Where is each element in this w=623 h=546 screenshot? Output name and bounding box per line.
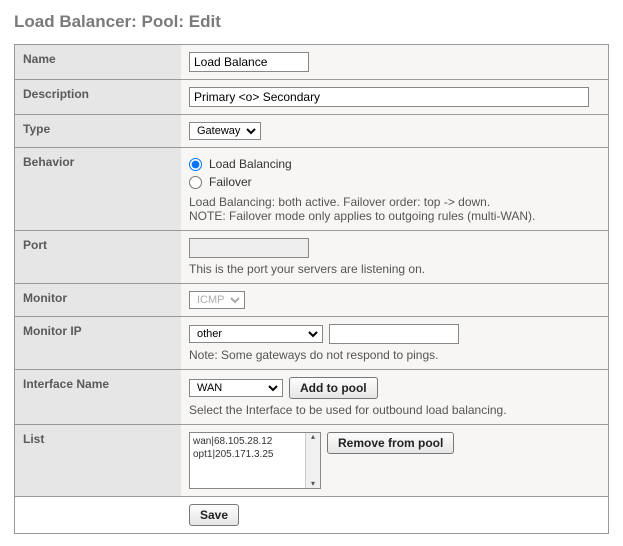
save-button[interactable]: Save [189, 504, 239, 526]
type-field: Gateway [181, 114, 608, 147]
type-label: Type [15, 114, 181, 147]
listbox-scrollbar[interactable]: ▴ ▾ [305, 433, 320, 488]
interface-name-select[interactable]: WAN [191, 380, 281, 396]
description-field [181, 79, 608, 114]
description-input[interactable] [189, 87, 589, 107]
monitor-field: ICMP [181, 283, 608, 316]
behavior-help-2: NOTE: Failover mode only applies to outg… [189, 209, 600, 223]
save-field: Save [181, 496, 608, 533]
interface-name-field: WAN Add to pool Select the Interface to … [181, 369, 608, 424]
monitor-ip-select[interactable]: other [191, 326, 321, 342]
port-label: Port [15, 230, 181, 283]
monitor-ip-field: other Note: Some gateways do not respond… [181, 316, 608, 369]
behavior-load-balancing-radio[interactable] [189, 158, 202, 171]
list-item[interactable]: wan|68.105.28.12 [193, 435, 306, 448]
monitor-ip-input[interactable] [329, 324, 459, 344]
monitor-ip-help: Note: Some gateways do not respond to pi… [189, 348, 600, 362]
interface-name-help: Select the Interface to be used for outb… [189, 403, 600, 417]
interface-name-label: Interface Name [15, 369, 181, 424]
behavior-load-balancing-label: Load Balancing [209, 155, 292, 173]
list-item[interactable]: opt1|205.171.3.25 [193, 448, 306, 461]
list-field: wan|68.105.28.12 opt1|205.171.3.25 ▴ ▾ R… [181, 424, 608, 496]
monitor-ip-label: Monitor IP [15, 316, 181, 369]
port-field: This is the port your servers are listen… [181, 230, 608, 283]
save-label-spacer [15, 496, 181, 533]
description-label: Description [15, 79, 181, 114]
behavior-label: Behavior [15, 147, 181, 230]
behavior-field: Load Balancing Failover Load Balancing: … [181, 147, 608, 230]
monitor-label: Monitor [15, 283, 181, 316]
add-to-pool-button[interactable]: Add to pool [289, 377, 378, 399]
port-input [189, 238, 309, 258]
port-help: This is the port your servers are listen… [189, 262, 600, 276]
behavior-failover-radio[interactable] [189, 176, 202, 189]
name-input[interactable] [189, 52, 309, 72]
scroll-down-icon[interactable]: ▾ [311, 480, 315, 488]
name-label: Name [15, 44, 181, 79]
type-select[interactable]: Gateway [191, 123, 259, 139]
form-table: Name Description Type Gateway Behavior L… [14, 44, 609, 534]
pool-listbox[interactable]: wan|68.105.28.12 opt1|205.171.3.25 ▴ ▾ [189, 432, 321, 489]
monitor-select: ICMP [191, 292, 243, 308]
scroll-up-icon[interactable]: ▴ [311, 433, 315, 441]
behavior-failover-label: Failover [209, 173, 252, 191]
behavior-help-1: Load Balancing: both active. Failover or… [189, 195, 600, 209]
remove-from-pool-button[interactable]: Remove from pool [327, 432, 454, 454]
page-title: Load Balancer: Pool: Edit [14, 12, 609, 32]
name-field [181, 44, 608, 79]
list-label: List [15, 424, 181, 496]
